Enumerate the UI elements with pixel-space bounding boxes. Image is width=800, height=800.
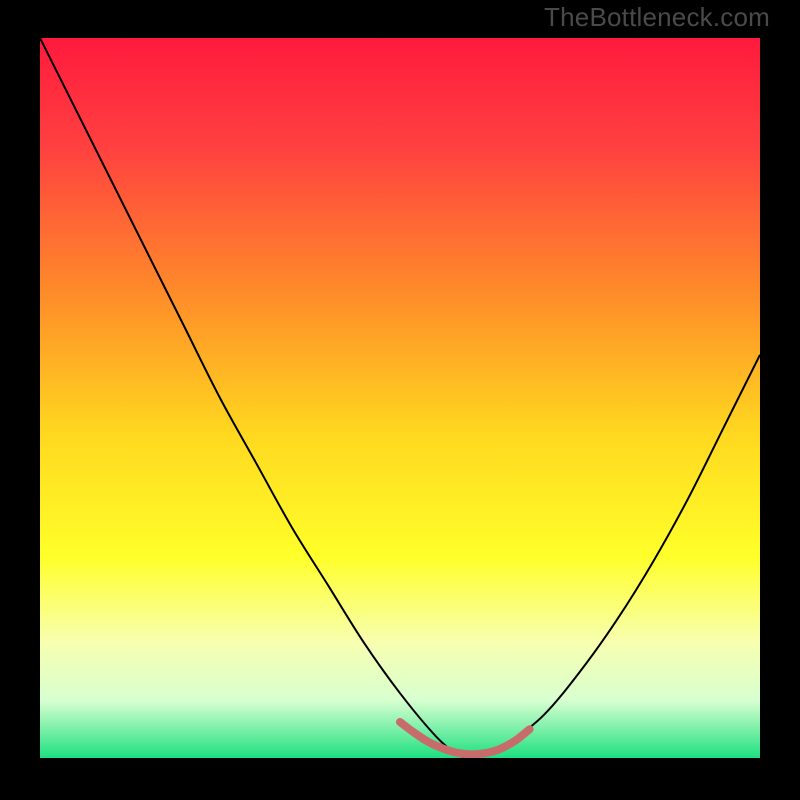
plot-area [40, 38, 760, 758]
chart-frame: TheBottleneck.com [0, 0, 800, 800]
watermark-text: TheBottleneck.com [544, 2, 770, 33]
gradient-background [40, 38, 760, 758]
chart-svg [40, 38, 760, 758]
